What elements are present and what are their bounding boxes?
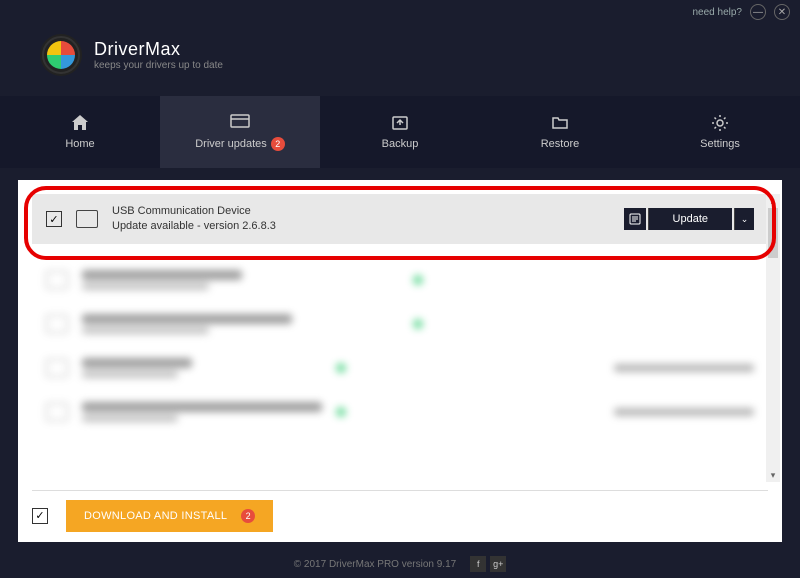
- tab-label: Driver updates: [195, 138, 267, 150]
- tab-backup[interactable]: Backup: [320, 96, 480, 168]
- tab-label: Restore: [541, 138, 580, 150]
- scrollbar[interactable]: ▴ ▾: [766, 194, 780, 482]
- backup-icon: [390, 114, 410, 132]
- app-logo: [40, 34, 82, 76]
- driver-name: USB Communication Device: [112, 204, 610, 219]
- select-all-checkbox[interactable]: ✓: [32, 508, 48, 524]
- restore-icon: [550, 114, 570, 132]
- scroll-thumb[interactable]: [768, 208, 778, 258]
- driver-row: ✓ USB Communication Device Update availa…: [32, 194, 768, 244]
- main-tabs: Home Driver updates 2 Backup Restore Sett…: [0, 96, 800, 168]
- app-title: DriverMax: [94, 39, 223, 60]
- scroll-up-arrow-icon[interactable]: ▴: [766, 194, 780, 208]
- tab-settings[interactable]: Settings: [640, 96, 800, 168]
- driver-details-button[interactable]: [624, 208, 646, 230]
- minimize-button[interactable]: —: [750, 4, 766, 20]
- device-icon: [76, 210, 98, 228]
- home-icon: [70, 114, 90, 132]
- gear-icon: [710, 114, 730, 132]
- app-header: DriverMax keeps your drivers up to date: [0, 24, 800, 96]
- copyright-text: © 2017 DriverMax PRO version 9.17: [294, 559, 456, 570]
- update-button[interactable]: Update: [648, 208, 732, 230]
- content-panel: ✓ USB Communication Device Update availa…: [18, 180, 782, 542]
- driver-status: Update available - version 2.6.8.3: [112, 219, 610, 234]
- updates-icon: [230, 113, 250, 131]
- tab-driver-updates[interactable]: Driver updates 2: [160, 96, 320, 168]
- google-plus-link[interactable]: g+: [490, 556, 506, 572]
- tab-restore[interactable]: Restore: [480, 96, 640, 168]
- scroll-down-arrow-icon[interactable]: ▾: [766, 468, 780, 482]
- download-install-button[interactable]: DOWNLOAD AND INSTALL 2: [66, 500, 273, 532]
- help-link[interactable]: need help?: [693, 7, 743, 18]
- driver-checkbox[interactable]: ✓: [46, 211, 62, 227]
- facebook-link[interactable]: f: [470, 556, 486, 572]
- app-subtitle: keeps your drivers up to date: [94, 60, 223, 71]
- tab-label: Backup: [382, 138, 419, 150]
- updates-badge: 2: [271, 137, 285, 151]
- tab-home[interactable]: Home: [0, 96, 160, 168]
- close-button[interactable]: ✕: [774, 4, 790, 20]
- blurred-driver-list: [32, 258, 768, 434]
- download-badge: 2: [241, 509, 255, 523]
- update-dropdown[interactable]: ⌄: [734, 208, 754, 230]
- tab-label: Home: [65, 138, 94, 150]
- footer: © 2017 DriverMax PRO version 9.17 f g+: [0, 550, 800, 578]
- tab-label: Settings: [700, 138, 740, 150]
- download-label: DOWNLOAD AND INSTALL: [84, 510, 227, 522]
